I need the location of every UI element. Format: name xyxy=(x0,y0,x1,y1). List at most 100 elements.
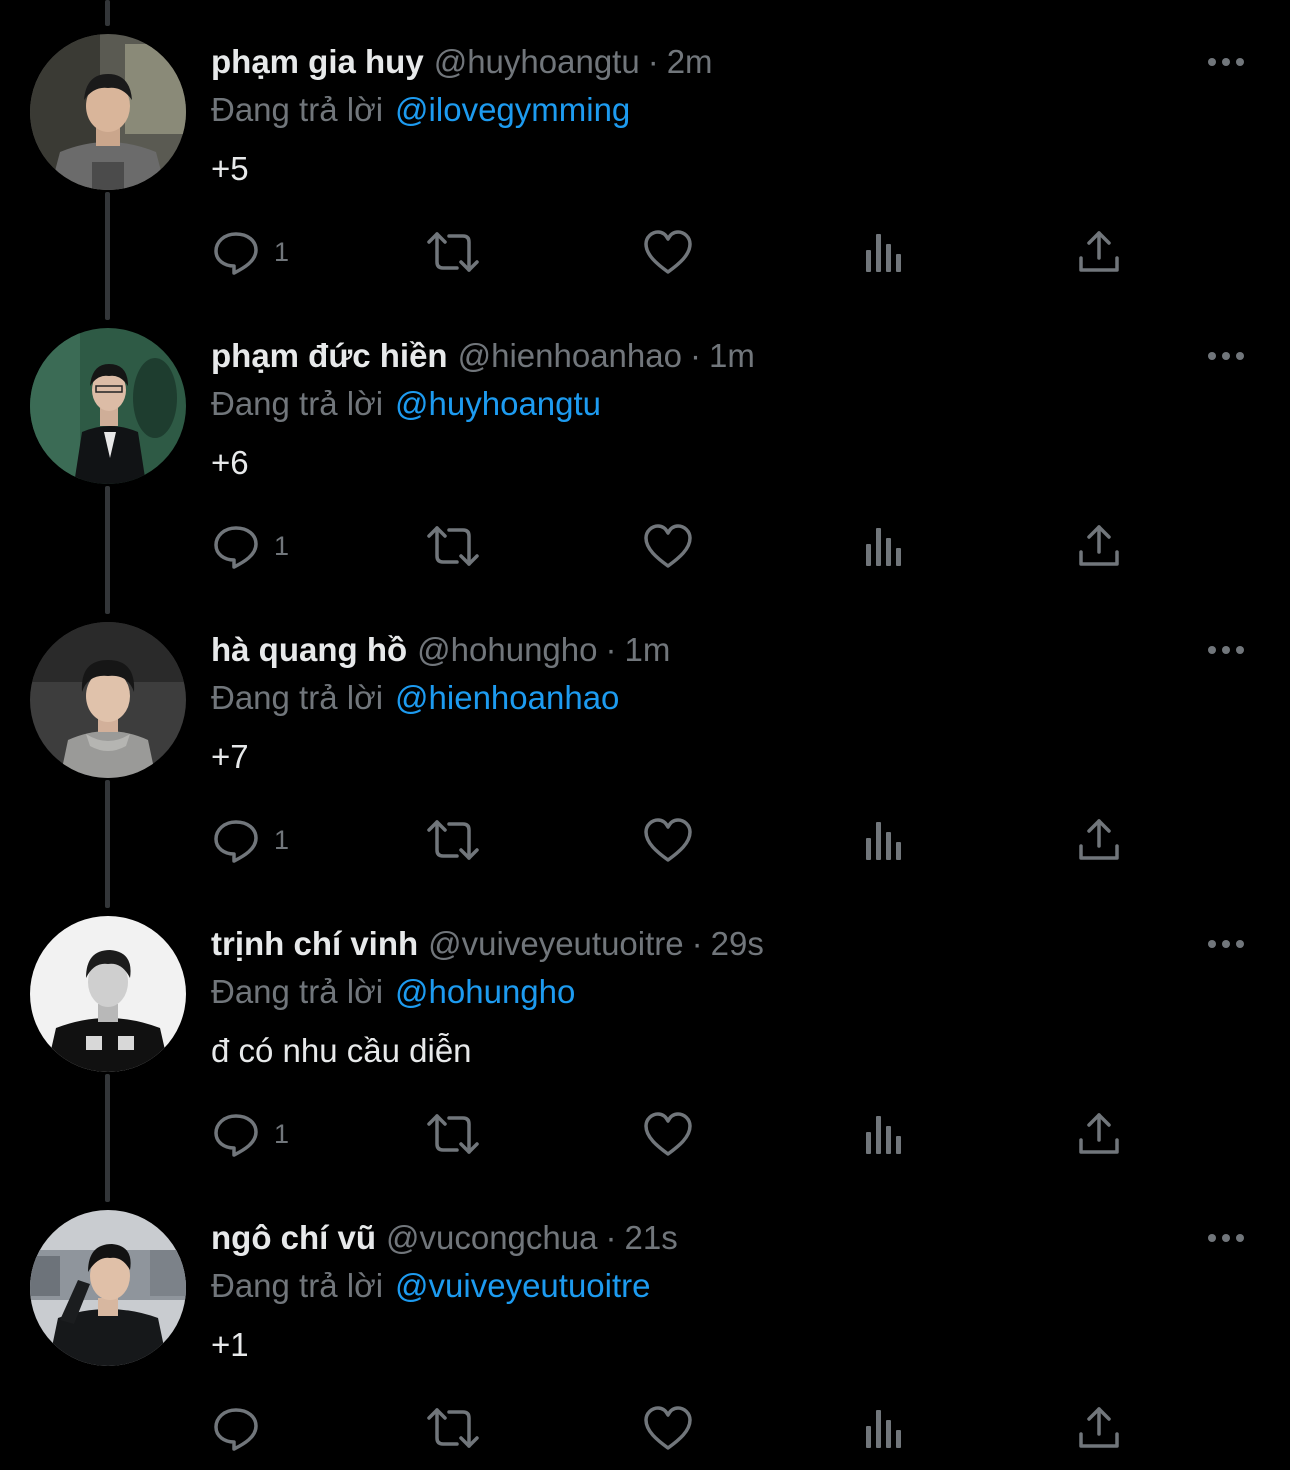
replying-to-label: Đang trả lời xyxy=(211,1267,384,1304)
replying-to-label: Đang trả lời xyxy=(211,385,384,422)
timestamp[interactable]: 1m xyxy=(709,337,755,374)
avatar-photo xyxy=(30,328,186,484)
reply-count: 1 xyxy=(274,530,290,561)
more-options-button[interactable] xyxy=(1206,1224,1246,1252)
tweet[interactable]: hà quang hồ @hohungho · 1m Đang trả lời @hie… xyxy=(0,588,1290,882)
tweet-header: phạm gia huy @huyhoangtu · 2m xyxy=(211,40,713,84)
heart-icon xyxy=(644,1406,692,1450)
views-button[interactable] xyxy=(860,1402,908,1454)
separator-dot: · xyxy=(605,631,617,668)
avatar[interactable] xyxy=(30,1210,186,1366)
user-handle[interactable]: @hohungho xyxy=(417,631,597,668)
tweet[interactable]: phạm đức hiền @hienhoanhao · 1m Đang trả lờ… xyxy=(0,294,1290,588)
like-button[interactable] xyxy=(643,1108,693,1160)
reply-button[interactable]: 1 xyxy=(212,1108,289,1160)
separator-dot: · xyxy=(689,337,701,374)
avatar[interactable] xyxy=(30,328,186,484)
reply-button[interactable] xyxy=(212,1402,274,1454)
display-name[interactable]: hà quang hồ xyxy=(211,631,407,668)
replying-to-label: Đang trả lời xyxy=(211,91,384,128)
reply-bubble-icon xyxy=(214,1408,258,1451)
reply-count: 1 xyxy=(274,824,290,855)
display-name[interactable]: phạm gia huy xyxy=(211,43,424,80)
views-bar-chart-icon xyxy=(866,528,901,566)
more-dots-icon xyxy=(1208,940,1244,948)
retweet-button[interactable] xyxy=(425,226,481,278)
share-button[interactable] xyxy=(1075,226,1123,278)
retweet-button[interactable] xyxy=(425,1402,481,1454)
replying-to: Đang trả lời @vuiveyeutuoitre xyxy=(211,1264,651,1308)
separator-dot: · xyxy=(647,43,659,80)
tweet-actions xyxy=(0,1402,1290,1454)
display-name[interactable]: ngô chí vũ xyxy=(211,1219,376,1256)
views-button[interactable] xyxy=(860,226,908,278)
replying-to-handle[interactable]: @huyhoangtu xyxy=(395,385,601,422)
avatar[interactable] xyxy=(30,34,186,190)
like-button[interactable] xyxy=(643,520,693,572)
more-options-button[interactable] xyxy=(1206,342,1246,370)
reply-button[interactable]: 1 xyxy=(212,226,289,278)
user-handle[interactable]: @hienhoanhao xyxy=(458,337,682,374)
retweet-button[interactable] xyxy=(425,520,481,572)
views-button[interactable] xyxy=(860,520,908,572)
user-handle[interactable]: @vuiveyeutuoitre xyxy=(428,925,683,962)
retweet-icon xyxy=(427,1408,479,1448)
display-name[interactable]: phạm đức hiền xyxy=(211,337,448,374)
timestamp[interactable]: 29s xyxy=(711,925,764,962)
avatar-photo xyxy=(30,1210,186,1366)
share-upload-icon xyxy=(1079,1113,1119,1154)
share-button[interactable] xyxy=(1075,814,1123,866)
avatar-photo xyxy=(30,34,186,190)
reply-count: 1 xyxy=(274,1118,290,1149)
user-handle[interactable]: @huyhoangtu xyxy=(434,43,640,80)
display-name[interactable]: trịnh chí vinh xyxy=(211,925,418,962)
views-button[interactable] xyxy=(860,814,908,866)
retweet-button[interactable] xyxy=(425,814,481,866)
heart-icon xyxy=(644,524,692,568)
reply-thread: phạm gia huy @huyhoangtu · 2m Đang trả lời @… xyxy=(0,0,1290,1468)
tweet-actions: 1 xyxy=(0,1108,1290,1160)
more-dots-icon xyxy=(1208,1234,1244,1242)
more-options-button[interactable] xyxy=(1206,636,1246,664)
like-button[interactable] xyxy=(643,226,693,278)
tweet-text: +6 xyxy=(211,444,249,481)
tweet-actions: 1 xyxy=(0,814,1290,866)
share-button[interactable] xyxy=(1075,1108,1123,1160)
timestamp[interactable]: 2m xyxy=(667,43,713,80)
separator-dot: · xyxy=(605,1219,617,1256)
tweet[interactable]: phạm gia huy @huyhoangtu · 2m Đang trả lời @… xyxy=(0,0,1290,294)
tweet[interactable]: trịnh chí vinh @vuiveyeutuoitre · 29s Đang … xyxy=(0,882,1290,1176)
like-button[interactable] xyxy=(643,814,693,866)
views-bar-chart-icon xyxy=(866,822,901,860)
reply-bubble-icon xyxy=(214,232,258,275)
share-button[interactable] xyxy=(1075,1402,1123,1454)
reply-count: 1 xyxy=(274,236,290,267)
replying-to-handle[interactable]: @hohungho xyxy=(395,973,575,1010)
share-button[interactable] xyxy=(1075,520,1123,572)
replying-to-label: Đang trả lời xyxy=(211,679,384,716)
like-button[interactable] xyxy=(643,1402,693,1454)
views-bar-chart-icon xyxy=(866,1410,901,1448)
more-options-button[interactable] xyxy=(1206,48,1246,76)
tweet-header: phạm đức hiền @hienhoanhao · 1m xyxy=(211,334,755,378)
retweet-button[interactable] xyxy=(425,1108,481,1160)
tweet-text: +7 xyxy=(211,738,249,775)
reply-button[interactable]: 1 xyxy=(212,814,289,866)
replying-to-handle[interactable]: @ilovegymming xyxy=(395,91,630,128)
heart-icon xyxy=(644,230,692,274)
user-handle[interactable]: @vucongchua xyxy=(386,1219,597,1256)
timestamp[interactable]: 1m xyxy=(624,631,670,668)
share-upload-icon xyxy=(1079,819,1119,860)
views-button[interactable] xyxy=(860,1108,908,1160)
more-options-button[interactable] xyxy=(1206,930,1246,958)
avatar[interactable] xyxy=(30,622,186,778)
timestamp[interactable]: 21s xyxy=(624,1219,677,1256)
tweet-header: ngô chí vũ @vucongchua · 21s xyxy=(211,1216,678,1260)
replying-to-handle[interactable]: @vuiveyeutuoitre xyxy=(395,1267,650,1304)
tweet-actions: 1 xyxy=(0,226,1290,278)
avatar[interactable] xyxy=(30,916,186,1072)
tweet[interactable]: ngô chí vũ @vucongchua · 21s Đang trả lời @v… xyxy=(0,1176,1290,1470)
replying-to-handle[interactable]: @hienhoanhao xyxy=(395,679,619,716)
more-dots-icon xyxy=(1208,352,1244,360)
reply-button[interactable]: 1 xyxy=(212,520,289,572)
